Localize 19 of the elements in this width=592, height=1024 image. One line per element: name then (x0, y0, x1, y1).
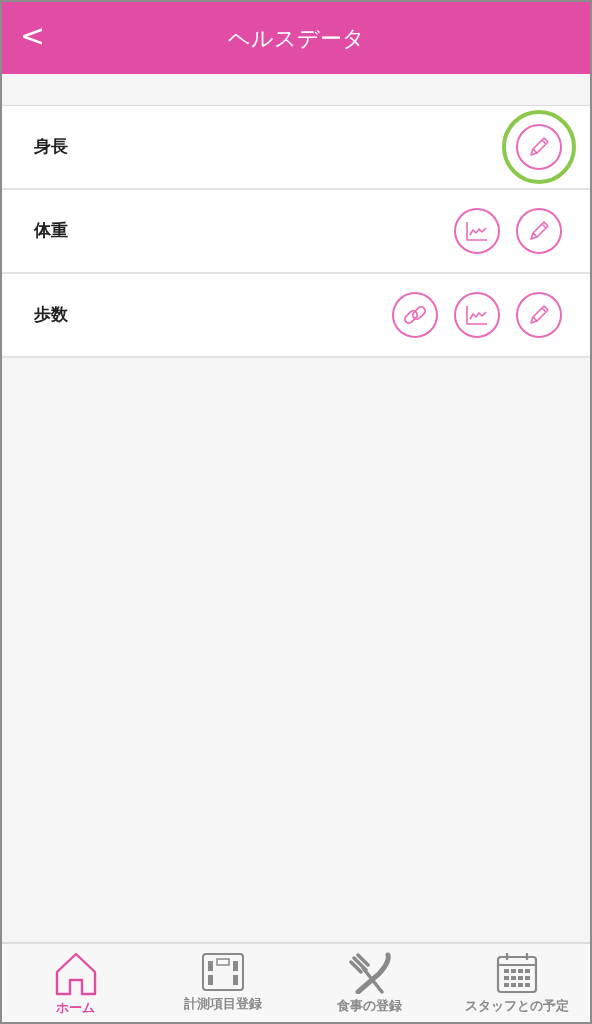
back-button[interactable]: < (14, 16, 52, 56)
row-label: 歩数 (34, 303, 68, 327)
tab-item[interactable]: 食事の登録 (296, 944, 443, 1022)
fork-knife-icon (347, 952, 392, 994)
chart-button[interactable] (454, 292, 500, 338)
tab-item[interactable]: ホーム (2, 944, 149, 1022)
page-title: ヘルスデータ (227, 24, 365, 53)
row-label: 体重 (34, 219, 68, 243)
edit-button[interactable] (516, 208, 562, 254)
tab-item[interactable]: スタッフとの予定 (443, 944, 590, 1022)
calendar-icon (495, 952, 538, 994)
chart-button[interactable] (454, 208, 500, 254)
tab-item[interactable]: 計測項目登録 (149, 944, 296, 1022)
edit-button[interactable] (516, 292, 562, 338)
link-button[interactable] (392, 292, 438, 338)
scale-icon (200, 952, 245, 992)
line-chart-icon (464, 303, 490, 327)
line-chart-icon (464, 219, 490, 243)
row-label: 身長 (34, 135, 68, 159)
